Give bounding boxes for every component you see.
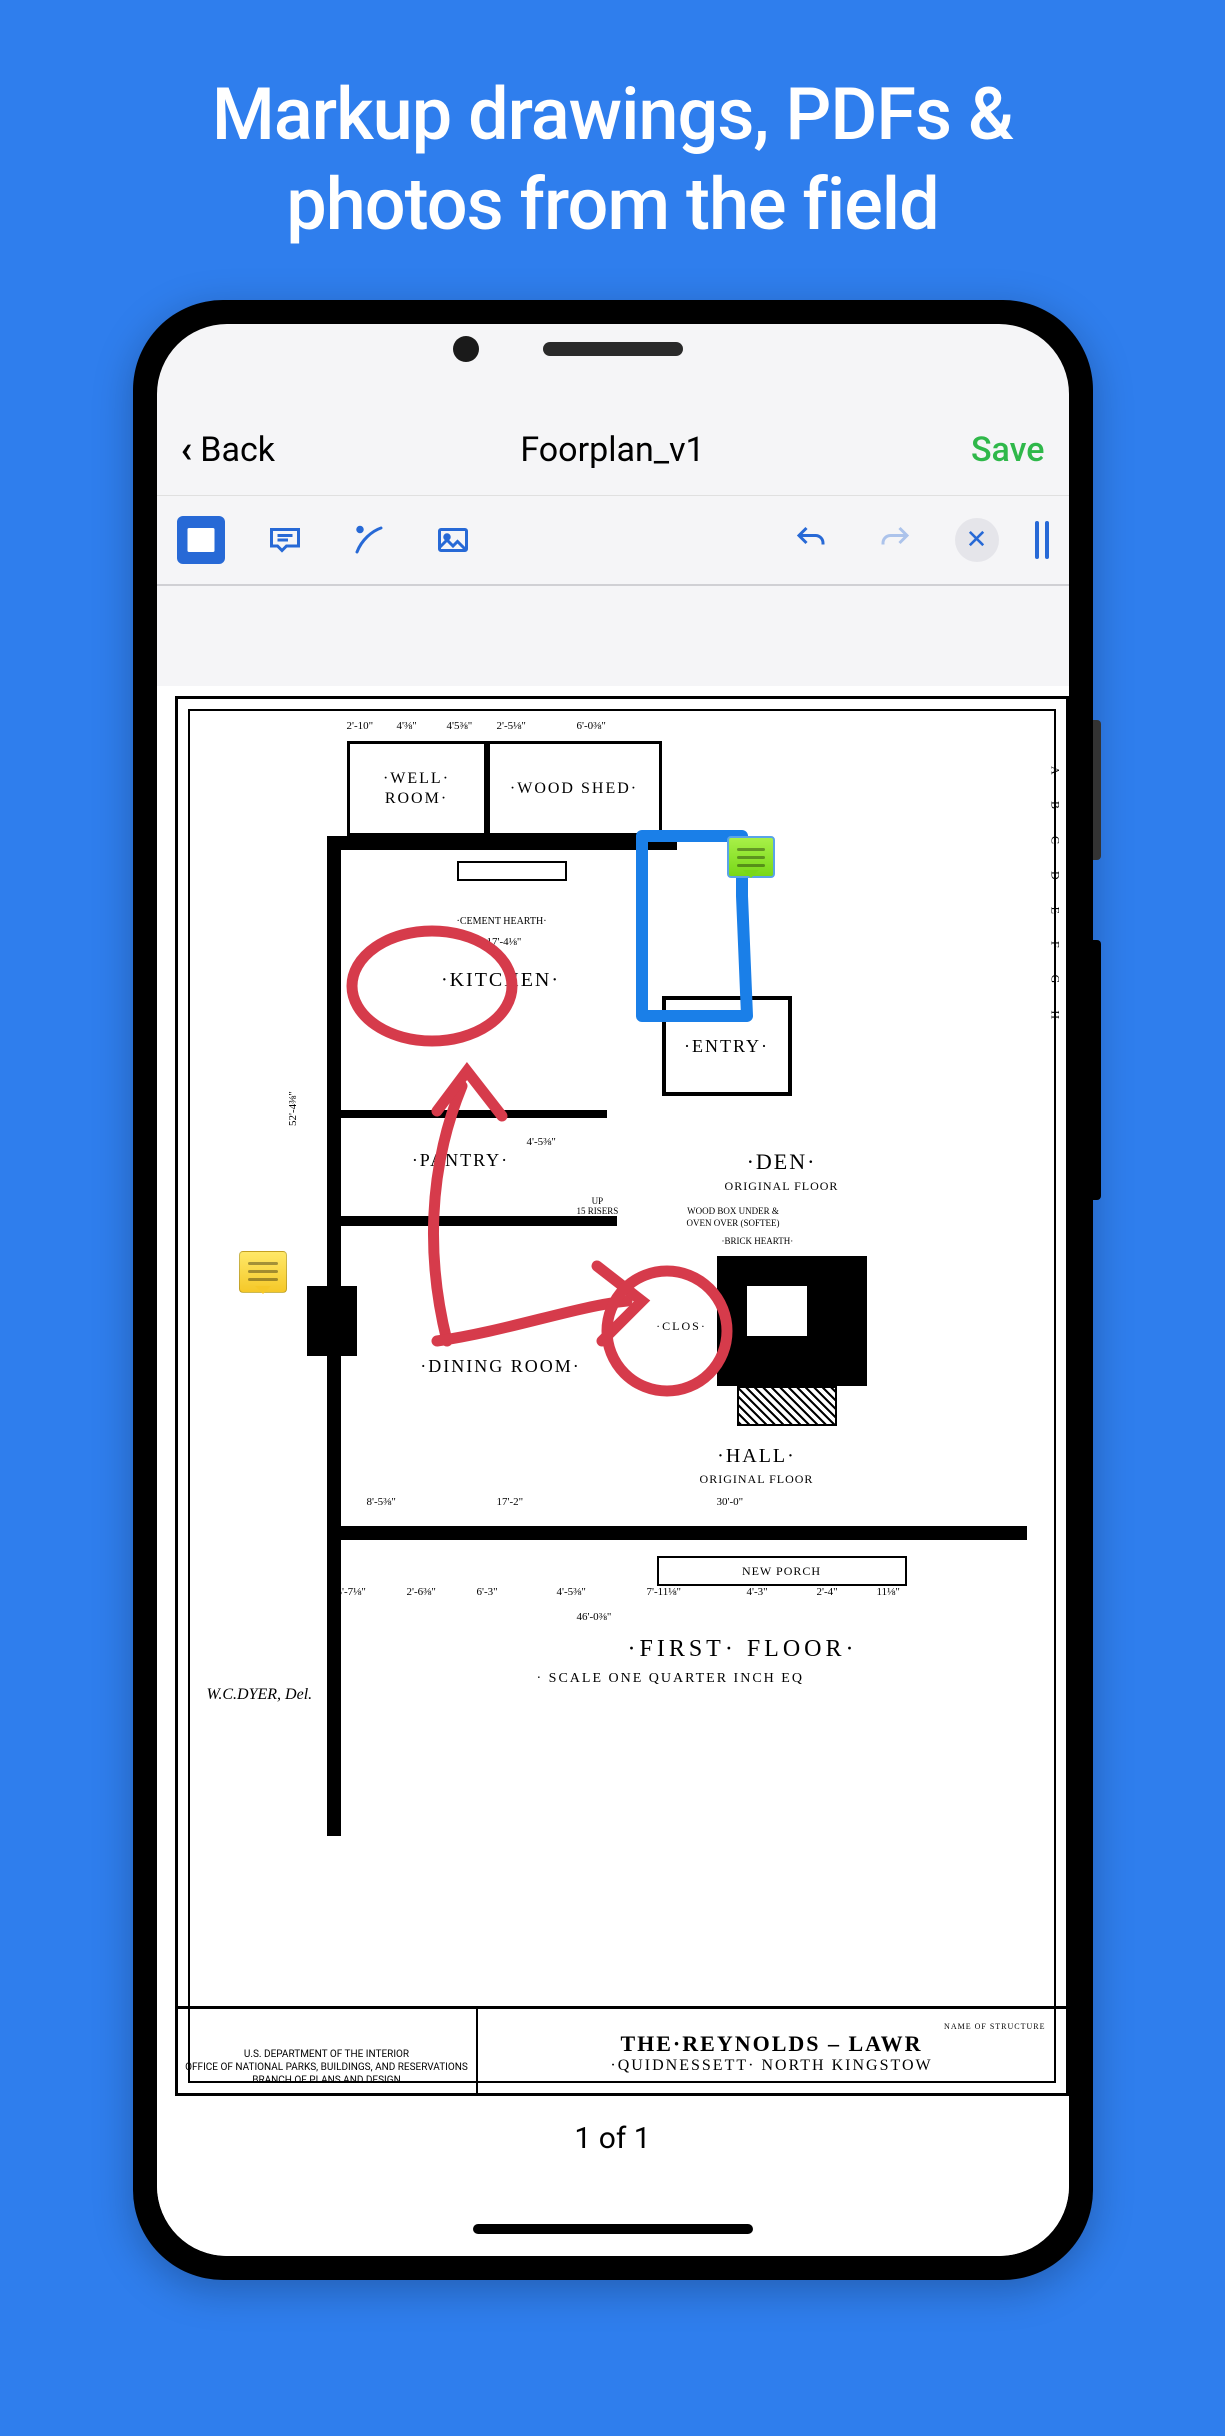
phone-screen: ‹ Back Foorplan_v1 Save A [157, 324, 1069, 2256]
page-counter: 1 of 1 [157, 2121, 1069, 2156]
image-tool-button[interactable] [429, 516, 477, 564]
document-viewer[interactable]: A B C D E F G H 2'-10" 4'⅜" 4'5⅜" 2'-5⅛"… [157, 686, 1069, 2256]
phone-speaker [543, 342, 683, 356]
svg-text:A: A [193, 531, 207, 553]
draftsman-signature: W.C.DYER, Del. [207, 1686, 313, 1704]
name-of-structure-label: NAME OF STRUCTURE [944, 2022, 1045, 2031]
dim-btotal: 46'-0⅜" [577, 1611, 612, 1623]
dim-hall: 30'-0" [717, 1496, 744, 1508]
room-pantry: ·PANTRY· [341, 1110, 581, 1210]
room-new-porch: NEW PORCH [657, 1556, 907, 1586]
scale-text: · SCALE ONE QUARTER INCH EQ [537, 1671, 804, 1687]
dim-b8: 11⅛" [877, 1586, 900, 1598]
status-bar-spacer [157, 324, 1069, 404]
structure-title2: ·QUIDNESSETT· NORTH KINGSTOW [610, 2057, 932, 2075]
toolbar-drag-handle[interactable] [1035, 521, 1049, 559]
side-letters: A B C D E F G H [1048, 766, 1063, 1031]
structure-title1: THE·REYNOLDS – LAWR [620, 2031, 922, 2057]
dim-top3: 4'5⅜" [447, 720, 473, 732]
draw-tool-button[interactable] [345, 516, 393, 564]
dim-top2: 4'⅜" [397, 720, 417, 732]
label-brick-hearth: ·BRICK HEARTH· [722, 1236, 794, 1246]
dim-b6: 4'-3" [747, 1586, 768, 1598]
room-dining: ·DINING ROOM· [341, 1226, 661, 1426]
dim-b4: 4'-5⅜" [557, 1586, 586, 1598]
label-wood-box: WOOD BOX UNDER & OVEN OVER (SOFTEE) [687, 1206, 780, 1229]
phone-volume-button [1093, 940, 1101, 1200]
room-kitchen: ·KITCHEN· [341, 850, 661, 1110]
dim-overall-h: 52'-4⅜" [287, 1091, 299, 1126]
chevron-left-icon: ‹ [181, 428, 193, 472]
floor-title: ·FIRST· FLOOR· [457, 1636, 1029, 1663]
phone-camera [453, 336, 479, 362]
comment-marker-green[interactable] [727, 836, 775, 878]
dim-dining1: 8'-5⅜" [367, 1496, 396, 1508]
document-title: Foorplan_v1 [520, 430, 704, 470]
room-clos: ·CLOS· [647, 1286, 717, 1366]
back-label: Back [200, 430, 275, 470]
text-tool-button[interactable]: A [177, 516, 225, 564]
phone-power-button [1093, 720, 1101, 860]
dim-b2: 2'-6⅜" [407, 1586, 436, 1598]
dept-line2: OFFICE OF NATIONAL PARKS, BUILDINGS, AND… [185, 2061, 468, 2074]
nav-bar: ‹ Back Foorplan_v1 Save [157, 404, 1069, 496]
marketing-headline: Markup drawings, PDFs & photos from the … [212, 70, 1013, 250]
dim-b7: 2'-4" [817, 1586, 838, 1598]
room-entry: ·ENTRY· [662, 996, 792, 1096]
room-well-room: ·WELL· ROOM· [347, 741, 487, 836]
headline-line2: photos from the field [286, 162, 938, 247]
phone-frame: ‹ Back Foorplan_v1 Save A [133, 300, 1093, 2280]
redo-button[interactable] [871, 516, 919, 564]
dim-top1: 2'-10" [347, 720, 374, 732]
dept-line3: BRANCH OF PLANS AND DESIGN [252, 2074, 400, 2087]
dim-b1: 5'-7⅛" [337, 1586, 366, 1598]
save-button[interactable]: Save [971, 430, 1045, 470]
undo-button[interactable] [787, 516, 835, 564]
dim-b5: 7'-11⅛" [647, 1586, 681, 1598]
comment-marker-yellow[interactable] [239, 1251, 287, 1293]
dim-b3: 6'-3" [477, 1586, 498, 1598]
room-wood-shed: ·WOOD SHED· [487, 741, 662, 836]
headline-line1: Markup drawings, PDFs & [212, 72, 1013, 157]
home-indicator[interactable] [473, 2224, 753, 2234]
dim-dining2: 17'-2" [497, 1496, 524, 1508]
title-block: U.S. DEPARTMENT OF THE INTERIOR OFFICE O… [175, 2006, 1069, 2096]
markup-toolbar: A ✕ [157, 496, 1069, 586]
close-icon: ✕ [966, 525, 988, 555]
label-up-risers: UP 15 RISERS [577, 1196, 619, 1216]
dim-woodshed: 6'-0⅜" [577, 720, 606, 732]
floorplan-drawing: A B C D E F G H 2'-10" 4'⅜" 4'5⅜" 2'-5⅛"… [157, 686, 1069, 2256]
close-button[interactable]: ✕ [955, 518, 999, 562]
comment-tool-button[interactable] [261, 516, 309, 564]
back-button[interactable]: ‹ Back [181, 428, 275, 472]
dept-line1: U.S. DEPARTMENT OF THE INTERIOR [244, 2048, 409, 2061]
dim-top4: 2'-5⅛" [497, 720, 526, 732]
dim-pantry: 4'-5⅜" [527, 1136, 556, 1148]
